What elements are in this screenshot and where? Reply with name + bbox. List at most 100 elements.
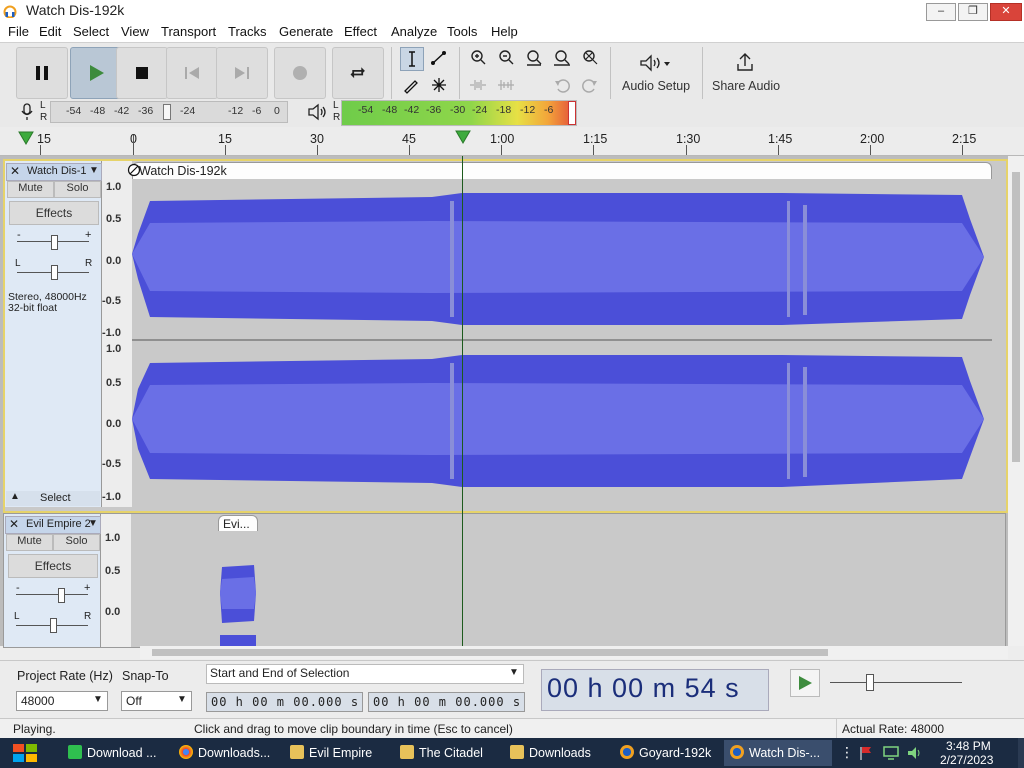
window-title: Watch Dis-192k <box>26 2 125 18</box>
audio-setup-button[interactable]: Audio Setup <box>616 47 696 99</box>
network-icon[interactable] <box>882 745 900 761</box>
mute-button[interactable]: Mute <box>7 181 54 198</box>
clip-indicator[interactable] <box>568 101 576 125</box>
time-display[interactable]: 00 h 00 m 54 s <box>541 669 769 711</box>
track-close-icon[interactable]: ✕ <box>10 164 20 178</box>
audio-clip[interactable]: Watch Dis-192k <box>132 161 992 507</box>
clock-date[interactable]: 2/27/2023 <box>940 753 993 767</box>
clock-time[interactable]: 3:48 PM <box>946 739 991 753</box>
clip-title-bar[interactable]: Watch Dis-192k <box>132 162 992 180</box>
zoom-in-button[interactable] <box>467 47 489 69</box>
clip-title-bar[interactable]: Evi... <box>218 515 258 532</box>
menu-select[interactable]: Select <box>73 24 109 39</box>
play-at-speed-button[interactable] <box>790 669 820 697</box>
play-button[interactable] <box>70 47 122 99</box>
track-menu-dropdown-icon[interactable]: ▼ <box>89 165 99 176</box>
fit-project-button[interactable] <box>551 47 573 69</box>
taskbar-item[interactable]: Downloads... <box>173 740 281 766</box>
windows-logo-icon <box>13 744 37 762</box>
menu-file[interactable]: File <box>8 24 29 39</box>
playback-speed-slider[interactable] <box>826 669 966 695</box>
zoom-toggle-icon <box>583 50 598 65</box>
pause-button[interactable] <box>16 47 68 99</box>
audio-clip[interactable]: Evi... <box>218 514 258 647</box>
menu-edit[interactable]: Edit <box>39 24 61 39</box>
start-button[interactable] <box>0 738 50 768</box>
track-watch-dis[interactable]: ✕ Watch Dis-1 ▼ Mute Solo Effects - + L … <box>3 159 1008 513</box>
track-name-button[interactable]: ✕ Evil Empire 2 ▼ <box>5 516 101 534</box>
solo-button[interactable]: Solo <box>53 534 100 551</box>
undo-button[interactable] <box>551 74 573 96</box>
menu-transport[interactable]: Transport <box>161 24 216 39</box>
zoom-out-button[interactable] <box>495 47 517 69</box>
speed-slider-handle[interactable] <box>866 674 874 691</box>
multi-tool-button[interactable] <box>428 74 450 96</box>
track-menu-dropdown-icon[interactable]: ▼ <box>88 518 98 529</box>
draw-tool-button[interactable] <box>400 74 422 96</box>
taskbar-item[interactable]: Evil Empire <box>284 740 392 766</box>
share-audio-button[interactable]: Share Audio <box>708 47 784 99</box>
track-close-icon[interactable]: ✕ <box>9 517 19 531</box>
close-button[interactable]: ✕ <box>990 3 1022 21</box>
selection-tool-button[interactable] <box>400 47 424 71</box>
skip-to-end-button[interactable] <box>216 47 268 99</box>
horizontal-scrollbar[interactable] <box>140 646 1008 659</box>
menu-tracks[interactable]: Tracks <box>228 24 267 39</box>
collapse-track-icon[interactable]: ▲ <box>10 491 20 502</box>
volume-icon[interactable] <box>906 745 924 761</box>
vertical-scroll-thumb[interactable] <box>1012 172 1020 462</box>
menu-generate[interactable]: Generate <box>279 24 333 39</box>
envelope-tool-button[interactable] <box>428 47 450 69</box>
gain-slider-handle[interactable] <box>58 588 65 603</box>
minimize-button[interactable]: – <box>926 3 956 21</box>
track-evil-empire[interactable]: ✕ Evil Empire 2 ▼ Mute Solo Effects - + … <box>3 513 1006 648</box>
recording-meter[interactable]: -54 -48 -42 -36 -24 -12 -6 0 <box>50 101 288 123</box>
taskbar-item[interactable]: The Citadel <box>394 740 502 766</box>
pan-slider-handle[interactable] <box>50 618 57 633</box>
stop-button[interactable] <box>116 47 168 99</box>
selection-start-time[interactable]: 00 h 00 m 00.000 s <box>206 692 363 712</box>
menu-view[interactable]: View <box>121 24 149 39</box>
menu-effect[interactable]: Effect <box>344 24 377 39</box>
solo-button[interactable]: Solo <box>54 181 101 198</box>
snap-to-select[interactable]: Off ▼ <box>121 691 192 711</box>
effects-button[interactable]: Effects <box>8 554 98 578</box>
taskbar-item[interactable]: Downloads <box>504 740 612 766</box>
restore-button[interactable]: ❐ <box>958 3 988 21</box>
show-desktop-button[interactable] <box>1018 738 1024 768</box>
effects-button[interactable]: Effects <box>9 201 99 225</box>
action-center-flag-icon[interactable] <box>858 745 874 761</box>
menu-analyze[interactable]: Analyze <box>391 24 437 39</box>
taskbar-item[interactable]: Goyard-192k <box>614 740 722 766</box>
mute-button[interactable]: Mute <box>6 534 53 551</box>
project-rate-select[interactable]: 48000 ▼ <box>16 691 108 711</box>
gain-slider[interactable] <box>16 594 88 595</box>
pan-slider-handle[interactable] <box>51 265 58 280</box>
timeline-ruler[interactable]: 15 0 15 30 45 1:00 1:15 1:30 1:45 2:00 2… <box>0 127 1024 156</box>
selection-mode-select[interactable]: Start and End of Selection ▼ <box>206 664 524 684</box>
gain-slider-handle[interactable] <box>51 235 58 250</box>
selection-end-time[interactable]: 00 h 00 m 00.000 s <box>368 692 525 712</box>
overflow-icon[interactable]: ⋮ <box>840 744 854 761</box>
trim-audio-button[interactable] <box>467 74 489 96</box>
playback-meter[interactable]: -54 -48 -42 -36 -30 -24 -18 -12 -6 <box>341 100 577 126</box>
fit-selection-button[interactable] <box>523 47 545 69</box>
record-button[interactable] <box>274 47 326 99</box>
redo-button[interactable] <box>579 74 601 96</box>
silence-audio-button[interactable] <box>495 74 517 96</box>
vertical-scrollbar[interactable] <box>1008 156 1024 646</box>
record-level-slider-handle[interactable] <box>163 104 171 120</box>
loop-button[interactable] <box>332 47 384 99</box>
menu-help[interactable]: Help <box>491 24 518 39</box>
skip-to-start-button[interactable] <box>166 47 218 99</box>
taskbar-item[interactable]: Download ... <box>62 740 170 766</box>
select-track-button[interactable]: Select <box>40 492 71 504</box>
time-display-value: 00 h 00 m 54 s <box>547 673 740 703</box>
ruler-tick <box>40 145 41 155</box>
horizontal-scroll-thumb[interactable] <box>152 649 828 656</box>
zoom-toggle-button[interactable] <box>579 47 601 69</box>
ruler-label: 45 <box>402 132 416 146</box>
taskbar-item-active[interactable]: Watch Dis-... <box>724 740 832 766</box>
menu-tools[interactable]: Tools <box>447 24 477 39</box>
track-name-button[interactable]: ✕ Watch Dis-1 ▼ <box>6 163 102 181</box>
